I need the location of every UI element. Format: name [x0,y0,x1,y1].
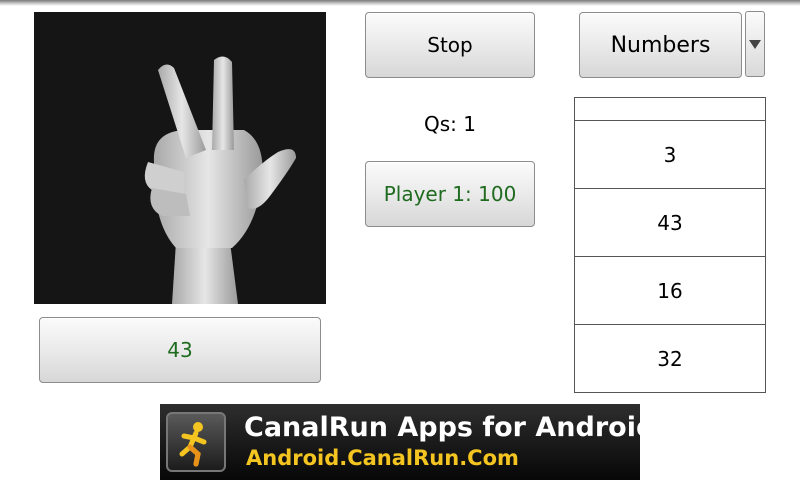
answer-list: 3 43 16 32 [574,97,766,393]
ad-url: Android.CanalRun.Com [246,446,519,470]
category-select[interactable]: Numbers [579,12,742,78]
chevron-down-icon [749,40,761,49]
ad-title: CanalRun Apps for Android [244,412,656,443]
ad-banner[interactable]: CanalRun Apps for Android Android.CanalR… [160,404,655,480]
status-bar-edge [0,0,800,6]
answer-option[interactable]: 16 [575,257,765,325]
player-score-button[interactable]: Player 1: 100 [365,161,535,227]
running-man-icon [166,412,226,472]
questions-count: Qs: 1 [424,112,476,136]
category-dropdown-toggle[interactable] [745,11,765,77]
stop-button[interactable]: Stop [365,12,535,78]
hand-sign-three-icon [144,56,296,304]
answer-button[interactable]: 43 [39,317,321,383]
answer-option[interactable]: 43 [575,189,765,257]
answer-list-header [575,97,765,121]
answer-option[interactable]: 32 [575,325,765,393]
answer-option[interactable]: 3 [575,121,765,189]
sign-image [34,12,326,304]
